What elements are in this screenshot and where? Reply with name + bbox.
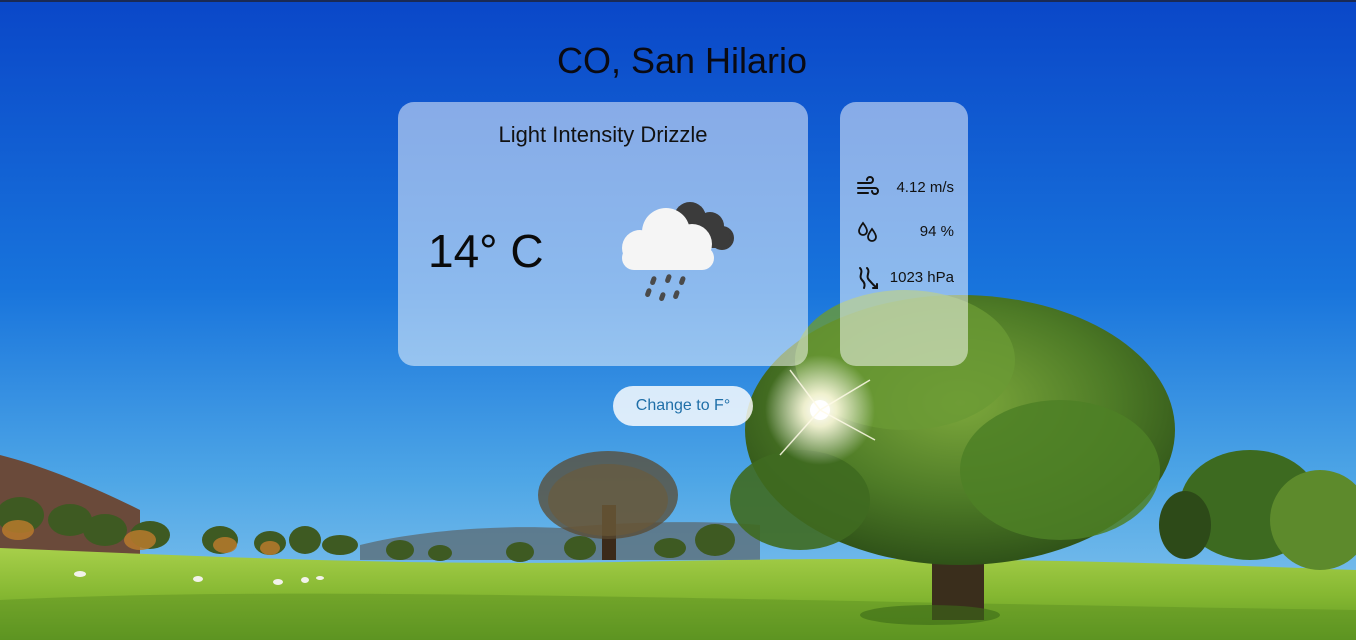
temperature-value: 14° C [428, 225, 544, 277]
weather-card: Light Intensity Drizzle 14° C [398, 102, 808, 366]
pressure-stat: 1023 hPa [856, 265, 954, 291]
pressure-icon [859, 267, 878, 289]
location-title: CO, San Hilario [556, 40, 808, 81]
wind-speed-value: 4.12 m/s [896, 179, 954, 196]
wind-icon [857, 176, 879, 195]
humidity-value: 94 % [919, 223, 954, 240]
wind-stat: 4.12 m/s [856, 175, 954, 201]
weather-stats-card: 4.12 m/s 94 % 1023 hPa [840, 102, 968, 366]
top-border [0, 0, 1356, 2]
humidity-stat: 94 % [856, 219, 954, 245]
change-unit-button[interactable]: Change to F° [613, 386, 753, 426]
pressure-value: 1023 hPa [889, 269, 954, 286]
weather-condition: Light Intensity Drizzle [498, 122, 708, 147]
cloud-drizzle-icon [622, 202, 734, 302]
humidity-icon [858, 221, 877, 242]
